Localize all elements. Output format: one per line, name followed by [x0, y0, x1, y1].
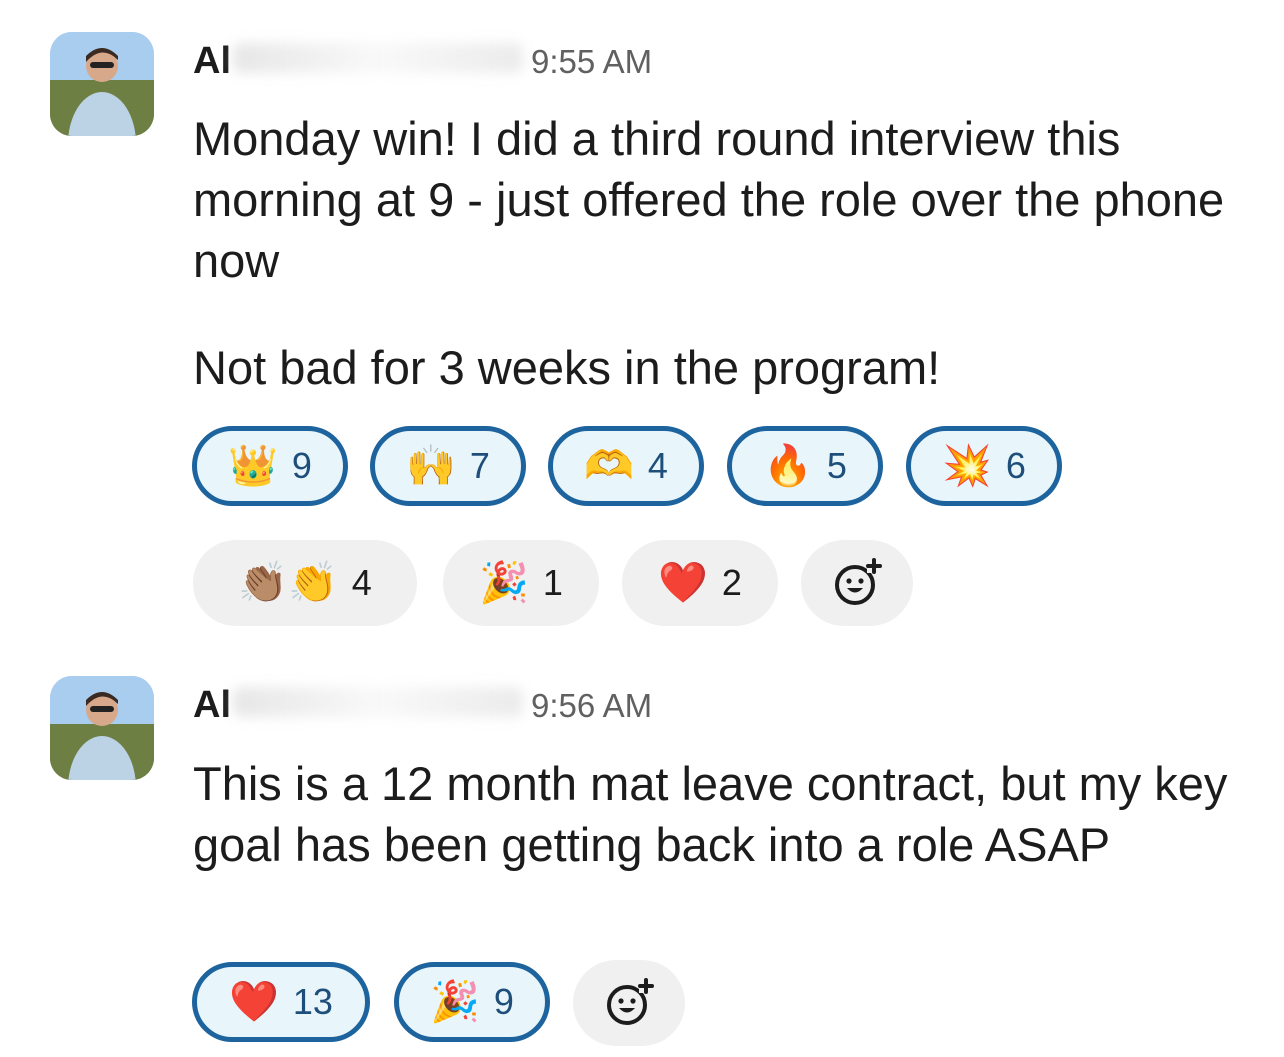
- fire-icon: 🔥: [763, 443, 813, 489]
- reaction-count: 5: [826, 445, 847, 486]
- red-heart-icon: ❤️: [229, 979, 279, 1025]
- avatar[interactable]: [50, 676, 154, 780]
- crown-icon: 👑: [228, 443, 278, 489]
- collision-icon: 💥: [942, 443, 992, 489]
- reaction-count: 2: [721, 562, 742, 603]
- reaction-clapping[interactable]: 👏🏽👏 4: [193, 540, 417, 626]
- red-heart-icon: ❤️: [658, 560, 708, 606]
- reaction-collision[interactable]: 💥 6: [906, 426, 1062, 506]
- raised-hands-icon: 🙌: [406, 443, 456, 489]
- reaction-count: 4: [351, 562, 372, 603]
- author-name[interactable]: Al: [193, 684, 231, 727]
- message-paragraph: Not bad for 3 weeks in the program!: [193, 341, 941, 394]
- add-reaction-button[interactable]: [801, 540, 913, 626]
- message-text: This is a 12 month mat leave contract, b…: [193, 753, 1253, 875]
- timestamp[interactable]: 9:56 AM: [531, 687, 652, 725]
- reaction-count: 9: [291, 445, 312, 486]
- message-paragraph: This is a 12 month mat leave contract, b…: [193, 757, 1228, 871]
- reaction-fire[interactable]: 🔥 5: [727, 426, 883, 506]
- reaction-count: 9: [493, 981, 514, 1022]
- avatar[interactable]: [50, 32, 154, 136]
- reaction-count: 1: [542, 562, 563, 603]
- reaction-party-popper[interactable]: 🎉 1: [443, 540, 599, 626]
- reaction-red-heart[interactable]: ❤️ 2: [622, 540, 778, 626]
- reaction-count: 4: [647, 445, 668, 486]
- party-popper-icon: 🎉: [479, 560, 529, 606]
- redacted-name-blur: [233, 43, 523, 73]
- message-text: Monday win! I did a third round intervie…: [193, 108, 1253, 398]
- reaction-count: 6: [1005, 445, 1026, 486]
- heart-hands-icon: 🫶: [584, 443, 634, 489]
- reaction-raised-hands[interactable]: 🙌 7: [370, 426, 526, 506]
- add-reaction-icon: [607, 978, 654, 1025]
- clapping-icon: 👏🏽👏: [238, 560, 338, 606]
- reaction-party-popper[interactable]: 🎉 9: [394, 962, 550, 1042]
- reaction-count: 13: [292, 981, 333, 1022]
- redacted-name-blur: [233, 687, 523, 717]
- reaction-count: 7: [469, 445, 490, 486]
- timestamp[interactable]: 9:55 AM: [531, 43, 652, 81]
- reaction-red-heart[interactable]: ❤️ 13: [192, 962, 370, 1042]
- add-reaction-icon: [835, 558, 882, 605]
- message-header: Al 9:55 AM: [193, 40, 652, 90]
- reaction-crown[interactable]: 👑 9: [192, 426, 348, 506]
- author-name[interactable]: Al: [193, 40, 231, 83]
- message-header: Al 9:56 AM: [193, 684, 652, 734]
- reaction-heart-hands[interactable]: 🫶 4: [548, 426, 704, 506]
- party-popper-icon: 🎉: [430, 979, 480, 1025]
- message-paragraph: Monday win! I did a third round intervie…: [193, 112, 1225, 287]
- add-reaction-button[interactable]: [573, 960, 685, 1046]
